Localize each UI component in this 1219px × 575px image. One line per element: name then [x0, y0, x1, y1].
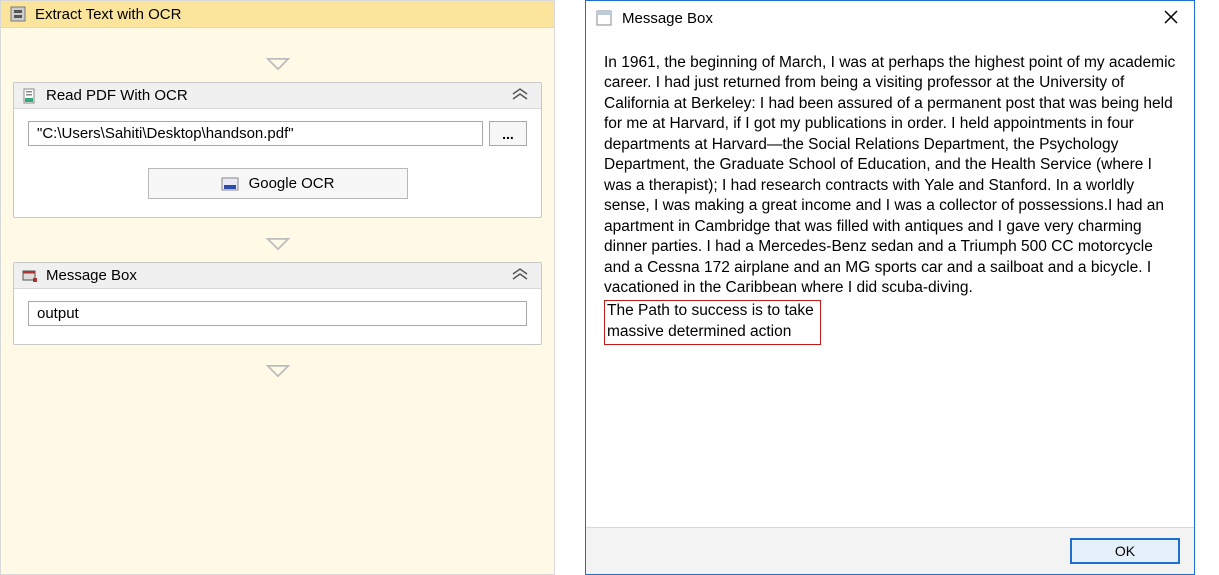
browse-button[interactable]: ...	[489, 121, 527, 146]
message-box-header[interactable]: Message Box	[14, 263, 541, 289]
sequence-icon	[9, 5, 27, 23]
ok-button[interactable]: OK	[1070, 538, 1180, 564]
dialog-footer: OK	[586, 527, 1194, 574]
close-button[interactable]	[1158, 7, 1184, 29]
dialog-titlebar[interactable]: Message Box	[586, 1, 1194, 39]
dialog-title: Message Box	[622, 10, 713, 27]
file-path-input[interactable]	[28, 121, 483, 146]
window-icon	[596, 10, 612, 26]
message-box-body	[14, 289, 541, 344]
drop-arrow-bottom[interactable]	[266, 363, 290, 379]
ocr-engine-icon	[221, 177, 239, 191]
collapse-icon[interactable]	[507, 267, 533, 284]
read-pdf-header[interactable]: Read PDF With OCR	[14, 83, 541, 109]
sequence-title: Extract Text with OCR	[35, 6, 181, 23]
read-pdf-ocr-activity[interactable]: Read PDF With OCR ... Google OCR	[13, 82, 542, 218]
read-pdf-title: Read PDF With OCR	[46, 87, 188, 104]
sequence-body: Read PDF With OCR ... Google OCR	[1, 28, 554, 574]
sequence-header[interactable]: Extract Text with OCR	[1, 1, 554, 28]
ocr-engine-label: Google OCR	[249, 175, 335, 192]
pdf-icon	[22, 88, 38, 104]
ocr-engine-activity[interactable]: Google OCR	[148, 168, 408, 199]
collapse-icon[interactable]	[507, 87, 533, 104]
message-box-icon	[22, 268, 38, 284]
message-box-title: Message Box	[46, 267, 137, 284]
message-box-input[interactable]	[28, 301, 527, 326]
drop-arrow-middle[interactable]	[266, 236, 290, 252]
dialog-body: In 1961, the beginning of March, I was a…	[586, 39, 1194, 527]
workflow-sequence-panel: Extract Text with OCR Read PDF With OCR …	[0, 0, 555, 575]
drop-arrow-top[interactable]	[266, 56, 290, 72]
message-box-activity[interactable]: Message Box	[13, 262, 542, 345]
highlighted-quote-text: The Path to success is to take massive d…	[607, 302, 814, 339]
message-box-dialog: Message Box In 1961, the beginning of Ma…	[585, 0, 1195, 575]
dialog-message-text: In 1961, the beginning of March, I was a…	[604, 53, 1176, 298]
read-pdf-body: ... Google OCR	[14, 109, 541, 217]
file-path-row: ...	[28, 121, 527, 146]
highlighted-quote: The Path to success is to take massive d…	[604, 300, 821, 345]
